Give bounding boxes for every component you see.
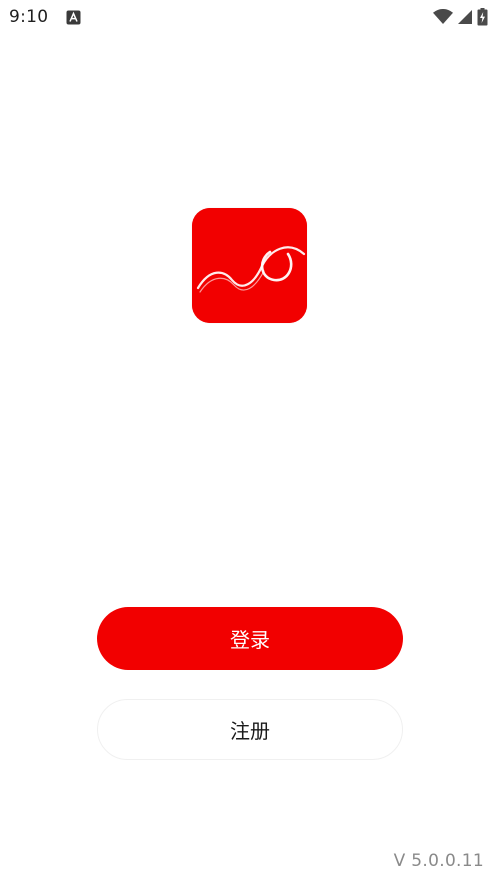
status-bar: 9:10 [0, 0, 500, 34]
app-logo-icon [192, 208, 307, 323]
wifi-icon [433, 9, 453, 24]
app-logo [192, 208, 307, 323]
login-button[interactable]: 登录 [97, 607, 403, 670]
a-letter-icon [66, 10, 81, 24]
version-label: V 5.0.0.11 [393, 851, 484, 871]
status-left: 9:10 [9, 7, 81, 27]
status-time: 9:10 [9, 7, 49, 27]
register-button[interactable]: 注册 [97, 699, 403, 760]
battery-charging-icon [477, 8, 488, 26]
status-right [433, 8, 488, 26]
app-screen: 9:10 登录 注册 V 5.0.0.11 [0, 0, 500, 888]
signal-icon [458, 10, 472, 24]
